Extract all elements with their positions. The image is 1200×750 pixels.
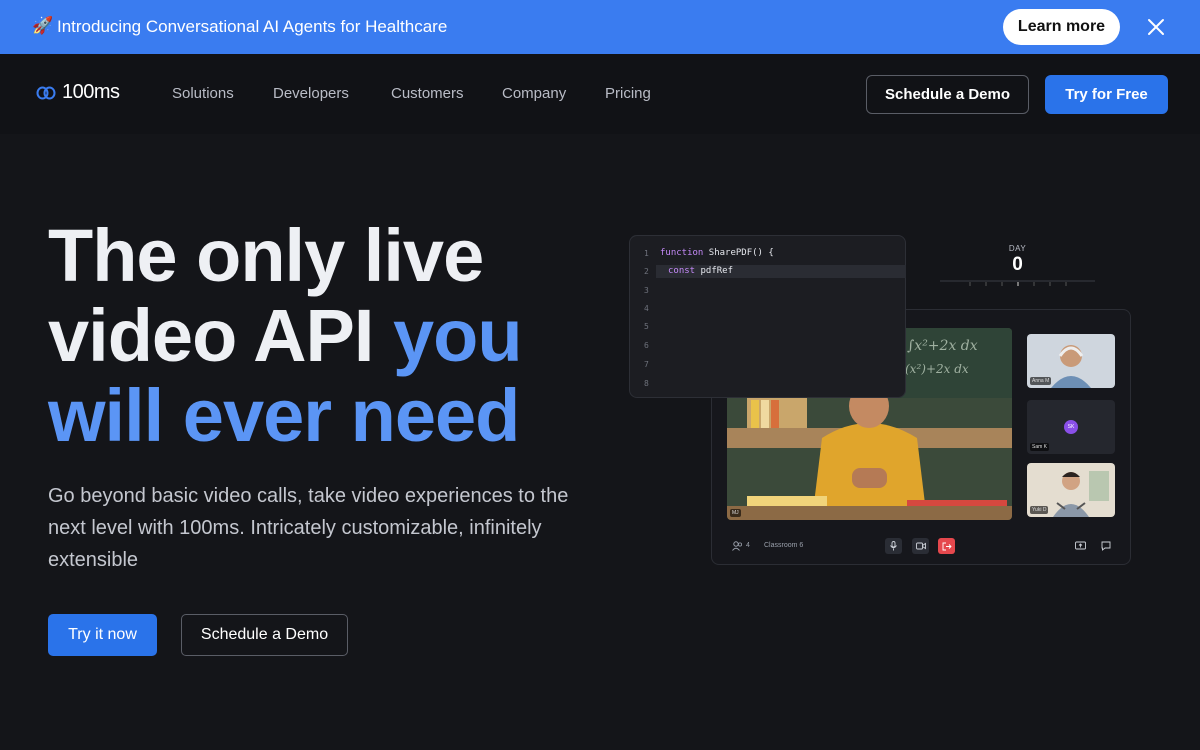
screen-share-icon[interactable] xyxy=(1075,541,1086,551)
code-keyword: function xyxy=(660,248,704,258)
room-controls-bar: 4 Classroom 6 xyxy=(727,536,1119,556)
main-tile-label: MJ xyxy=(730,509,741,517)
code-editor-preview: 1 function SharePDF() { 2 const pdfRef 3… xyxy=(629,235,906,398)
code-keyword: const xyxy=(668,266,696,276)
try-it-now-button[interactable]: Try it now xyxy=(48,614,157,656)
nav-item-solutions[interactable]: Solutions xyxy=(172,85,234,102)
hero-title: The only live video API you will ever ne… xyxy=(48,214,523,457)
participant-tile-1: Anna M xyxy=(1027,334,1115,388)
camera-button[interactable] xyxy=(912,538,929,554)
room-name: Classroom 6 xyxy=(764,542,804,549)
brand-logo[interactable]: 100ms xyxy=(36,81,120,104)
infinity-logo-icon xyxy=(36,86,56,99)
participant-tile-2: SK Sam K xyxy=(1027,400,1115,454)
close-icon[interactable] xyxy=(1145,16,1167,38)
day-label: DAY xyxy=(1008,244,1027,253)
mic-button[interactable] xyxy=(885,538,902,554)
schedule-demo-nav-button[interactable]: Schedule a Demo xyxy=(866,75,1029,114)
line-number: 1 xyxy=(644,249,649,258)
day-value: 0 xyxy=(1012,254,1023,275)
hero-subtitle: Go beyond basic video calls, take video … xyxy=(48,485,569,571)
day-counter: DAY 0 xyxy=(940,244,1095,290)
participant-3-label: Yuki D xyxy=(1030,506,1049,514)
participant-2-label: Sam K xyxy=(1030,443,1050,451)
video-camera-icon xyxy=(915,542,926,550)
participants-count: 4 xyxy=(746,542,750,549)
brand-name: 100ms xyxy=(62,81,120,103)
leave-button[interactable] xyxy=(938,538,955,554)
timeline-ruler xyxy=(940,280,1095,286)
code-text: SharePDF() { xyxy=(703,248,774,258)
line-number: 6 xyxy=(644,341,649,350)
nav-item-pricing[interactable]: Pricing xyxy=(605,85,651,102)
microphone-icon xyxy=(890,541,897,551)
line-number: 7 xyxy=(644,360,649,369)
participant-avatar: SK xyxy=(1064,420,1078,434)
nav-item-customers[interactable]: Customers xyxy=(391,85,464,102)
nav-item-developers[interactable]: Developers xyxy=(273,85,349,102)
try-free-nav-button[interactable]: Try for Free xyxy=(1045,75,1168,114)
top-nav: 100ms Solutions Developers Customers Com… xyxy=(0,54,1200,134)
svg-text:∫x²+2x dx: ∫x²+2x dx xyxy=(907,338,978,354)
svg-text:(x²)+2x dx: (x²)+2x dx xyxy=(905,362,969,376)
participant-tile-3: Yuki D xyxy=(1027,463,1115,517)
hero-title-line1: The only live xyxy=(48,214,484,297)
code-text: pdfRef xyxy=(695,266,734,276)
announcement-text[interactable]: Introducing Conversational AI Agents for… xyxy=(57,17,447,37)
line-number: 8 xyxy=(644,379,649,388)
participant-1-label: Anna M xyxy=(1030,377,1052,385)
hero-title-line2: video API you xyxy=(48,294,523,377)
schedule-demo-button[interactable]: Schedule a Demo xyxy=(181,614,348,656)
chat-icon[interactable] xyxy=(1101,541,1111,551)
hero-title-line2-accent: you xyxy=(393,294,523,377)
participants-icon[interactable] xyxy=(732,541,743,551)
line-number: 4 xyxy=(644,304,649,313)
announcement-bar: 🚀 Introducing Conversational AI Agents f… xyxy=(0,0,1200,54)
line-number: 3 xyxy=(644,286,649,295)
leave-icon xyxy=(942,542,952,550)
hero-title-line3: will ever need xyxy=(48,374,520,457)
rocket-icon: 🚀 xyxy=(32,16,54,35)
hero-title-line2-plain: video API xyxy=(48,294,394,377)
line-number: 5 xyxy=(644,322,649,331)
nav-item-company[interactable]: Company xyxy=(502,85,566,102)
learn-more-button[interactable]: Learn more xyxy=(1003,9,1120,45)
line-number: 2 xyxy=(644,267,649,276)
